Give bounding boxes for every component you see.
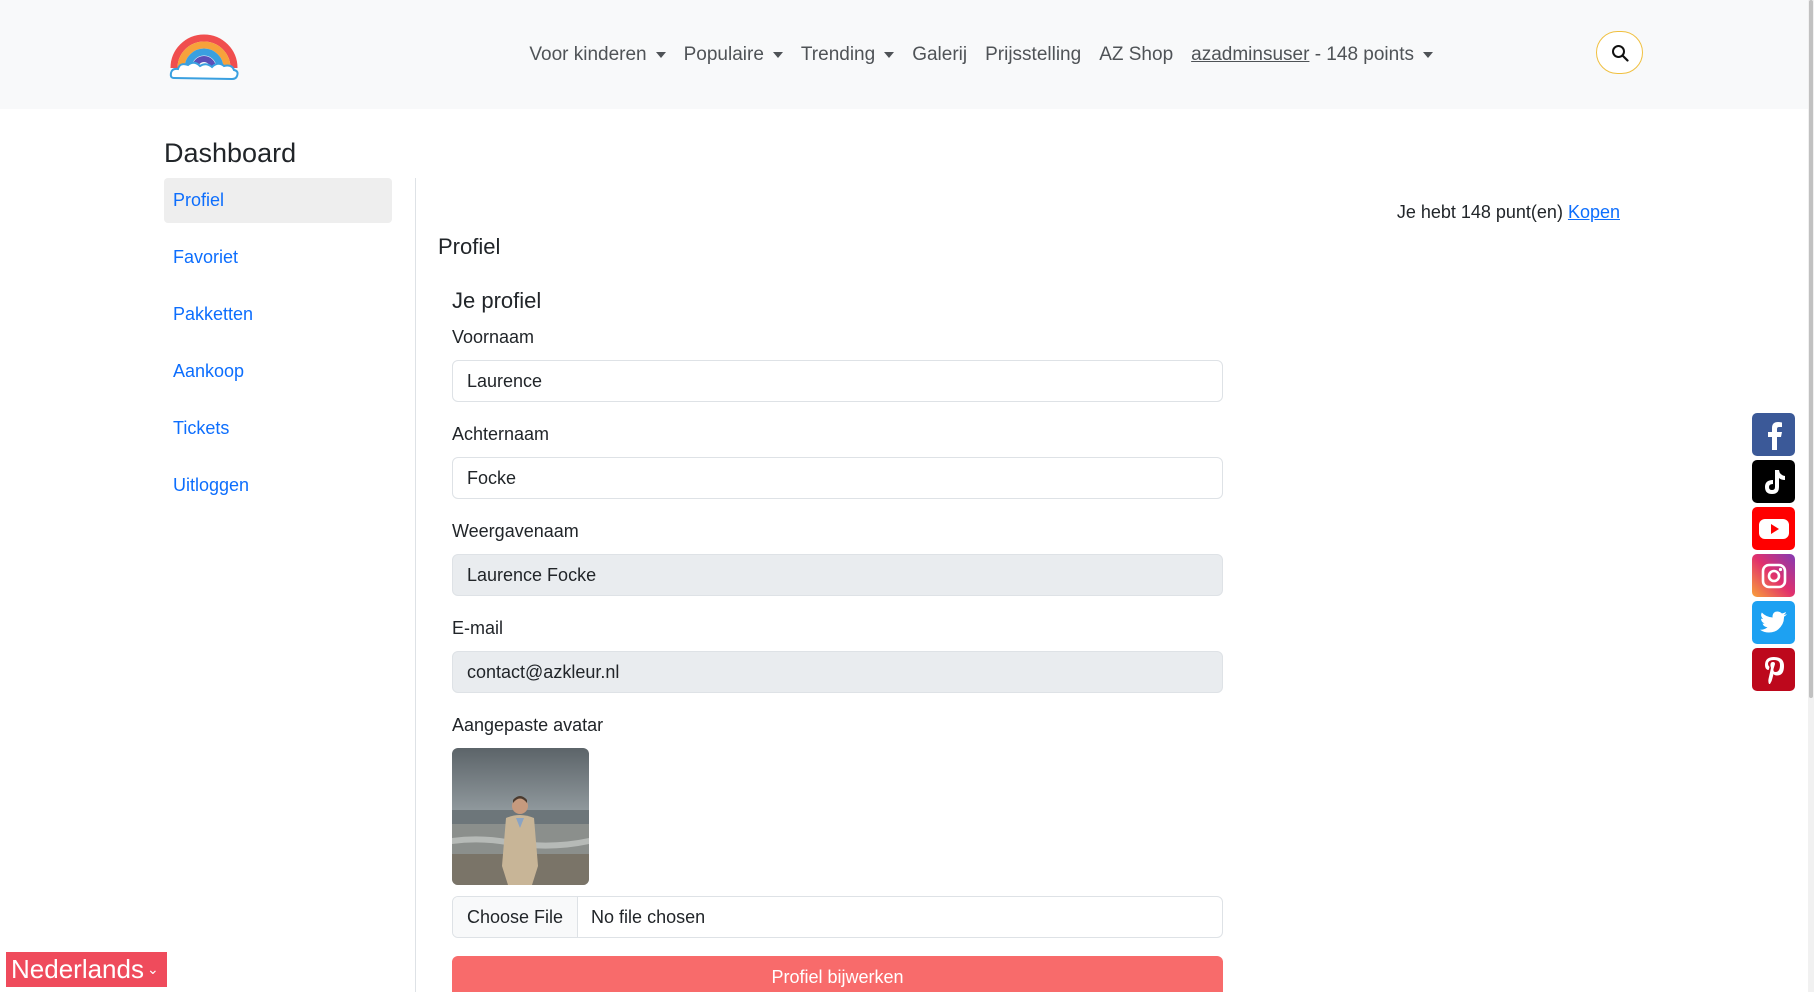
nav-trending[interactable]: Trending	[792, 44, 903, 66]
first-name-label: Voornaam	[452, 327, 535, 347]
nav-label: Trending	[800, 43, 876, 65]
choose-file-button[interactable]: Choose File	[453, 897, 579, 937]
youtube-icon[interactable]	[1752, 507, 1795, 550]
caret-down-icon	[884, 51, 895, 58]
caret-down-icon	[772, 51, 783, 58]
update-profile-button[interactable]: Profiel bijwerken	[452, 956, 1223, 992]
caret-down-icon	[1423, 51, 1433, 58]
instagram-icon[interactable]	[1752, 554, 1795, 597]
first-name-input[interactable]	[452, 360, 1223, 402]
avatar-label: Aangepaste avatar	[452, 715, 604, 735]
social-links	[1752, 413, 1795, 695]
content-divider	[415, 178, 416, 992]
sidebar-item-uitloggen[interactable]: Uitloggen	[164, 463, 392, 508]
nav-voor-kinderen[interactable]: Voor kinderen	[520, 44, 674, 66]
last-name-label: Achternaam	[452, 424, 550, 444]
nav-user-menu[interactable]: azadminsuser - 148 points	[1182, 44, 1442, 66]
rainbow-logo-icon[interactable]	[168, 28, 240, 82]
search-icon	[1611, 44, 1629, 62]
sidebar-item-profiel[interactable]: Profiel	[164, 178, 392, 223]
tiktok-icon[interactable]	[1752, 460, 1795, 503]
nav-az-shop[interactable]: AZ Shop	[1090, 44, 1182, 66]
buy-points-link[interactable]: Kopen	[1568, 202, 1620, 222]
search-button[interactable]	[1596, 31, 1643, 74]
display-name-label: Weergavenaam	[452, 521, 579, 541]
main-nav: Voor kinderen Populaire Trending Galerij…	[520, 0, 1442, 109]
scrollbar-thumb[interactable]	[1809, 0, 1813, 698]
avatar-image	[452, 748, 589, 885]
dashboard-title: Dashboard	[164, 138, 297, 168]
caret-down-icon	[655, 51, 666, 58]
points-text: Je hebt 148 punt(en)	[1396, 202, 1568, 222]
pinterest-icon[interactable]	[1752, 648, 1795, 691]
sidebar-item-aankoop[interactable]: Aankoop	[164, 349, 392, 394]
profile-heading: Je profiel	[452, 288, 542, 313]
section-title: Profiel	[438, 234, 501, 259]
email-label: E-mail	[452, 618, 504, 638]
user-points: - 148 points	[1309, 43, 1414, 65]
nav-populaire[interactable]: Populaire	[675, 44, 792, 66]
sidebar: Profiel Favoriet Pakketten Aankoop Ticke…	[164, 178, 392, 520]
points-info: Je hebt 148 punt(en) Kopen	[1397, 202, 1620, 223]
chevron-down-icon: ⌄	[146, 961, 159, 977]
nav-label: Populaire	[683, 43, 764, 65]
language-label: Nederlands	[11, 954, 144, 984]
nav-label: Galerij	[912, 43, 968, 65]
nav-label: AZ Shop	[1099, 43, 1174, 65]
nav-prijsstelling[interactable]: Prijsstelling	[976, 44, 1090, 66]
avatar-file-input[interactable]: Choose File No file chosen	[452, 896, 1223, 938]
twitter-icon[interactable]	[1752, 601, 1795, 644]
facebook-icon[interactable]	[1752, 413, 1795, 456]
sidebar-item-favoriet[interactable]: Favoriet	[164, 235, 392, 280]
nav-galerij[interactable]: Galerij	[903, 44, 976, 66]
language-selector[interactable]: Nederlands ⌄	[6, 952, 167, 987]
top-navbar: Voor kinderen Populaire Trending Galerij…	[0, 0, 1814, 109]
sidebar-item-tickets[interactable]: Tickets	[164, 406, 392, 451]
email-input[interactable]	[452, 651, 1223, 693]
last-name-input[interactable]	[452, 457, 1223, 499]
file-status: No file chosen	[591, 906, 706, 927]
user-name: azadminsuser	[1191, 43, 1310, 65]
display-name-input[interactable]	[452, 554, 1223, 596]
sidebar-item-pakketten[interactable]: Pakketten	[164, 292, 392, 337]
nav-label: Prijsstelling	[985, 43, 1082, 65]
nav-label: Voor kinderen	[529, 43, 647, 65]
